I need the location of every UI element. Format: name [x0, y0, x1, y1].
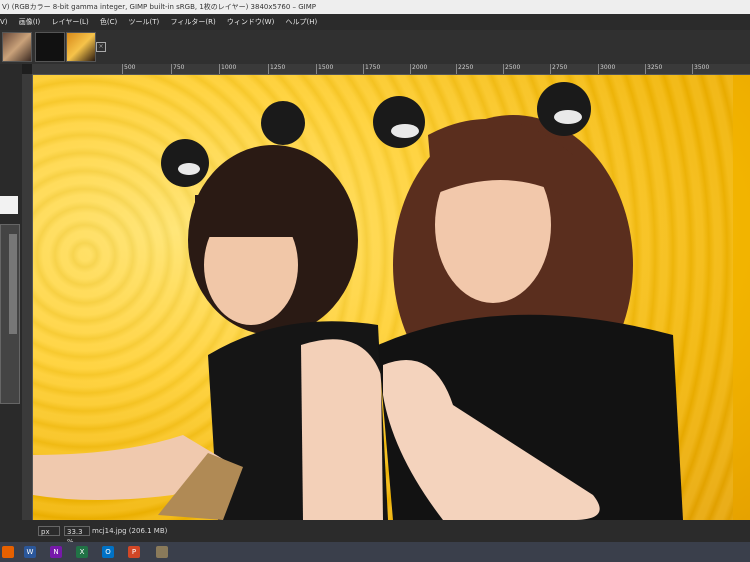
firefox-icon[interactable] — [2, 546, 14, 558]
ruler-tick: 3250 — [645, 64, 662, 74]
shoulder-left — [301, 339, 383, 520]
image-canvas[interactable] — [33, 75, 750, 520]
status-bar: px 33.3 % mcj14.jpg (206.1 MB) — [0, 520, 750, 546]
horizontal-ruler: 500 750 1000 1250 1500 1750 2000 2250 25… — [32, 64, 750, 75]
ear-right-2 — [537, 82, 591, 136]
ear-left-2 — [261, 101, 305, 145]
outlook-icon[interactable]: O — [102, 546, 114, 558]
bangs-left — [195, 195, 315, 237]
ruler-tick: 750 — [171, 64, 184, 74]
ruler-tick: 3500 — [692, 64, 709, 74]
ear-left-1 — [161, 139, 209, 187]
ruler-tick: 2000 — [410, 64, 427, 74]
ruler-tick: 1250 — [268, 64, 285, 74]
ear-left-1-inner — [178, 163, 200, 175]
menu-windows[interactable]: ウィンドウ(W) — [227, 14, 274, 30]
ear-right-2-inner — [554, 110, 582, 124]
ruler-tick: 1500 — [316, 64, 333, 74]
menu-layer[interactable]: レイヤー(L) — [52, 14, 89, 30]
zoom-select[interactable]: 33.3 % — [64, 526, 90, 546]
menu-view[interactable]: V) — [0, 14, 8, 30]
menu-help[interactable]: ヘルプ(H) — [286, 14, 318, 30]
panel-scrollbar[interactable] — [9, 234, 17, 334]
toolbox-panel — [0, 64, 22, 520]
ruler-tick: 1000 — [219, 64, 236, 74]
menu-tools[interactable]: ツール(T) — [129, 14, 160, 30]
ruler-tick: 1750 — [363, 64, 380, 74]
onenote-icon[interactable]: N — [50, 546, 62, 558]
vertical-ruler — [22, 74, 33, 520]
ear-right-1 — [373, 96, 425, 148]
menu-bar: V) 画像(I) レイヤー(L) 色(C) ツール(T) フィルター(R) ウィ… — [0, 14, 750, 30]
window-title: V) (RGBカラー 8-bit gamma integer, GIMP bui… — [0, 0, 750, 14]
image-tab-1[interactable] — [2, 32, 32, 62]
foreground-color-swatch[interactable] — [0, 196, 18, 214]
close-icon[interactable]: × — [96, 42, 106, 52]
ruler-tick: 500 — [122, 64, 135, 74]
image-tab-2[interactable] — [35, 32, 65, 62]
word-icon[interactable]: W — [24, 546, 36, 558]
taskbar: W N X O P — [0, 542, 750, 562]
photo-content — [33, 82, 683, 520]
excel-icon[interactable]: X — [76, 546, 88, 558]
menu-image[interactable]: 画像(I) — [19, 14, 41, 30]
gimp-icon[interactable] — [156, 546, 168, 558]
ruler-tick: 3000 — [598, 64, 615, 74]
ear-right-1-inner — [391, 124, 419, 138]
image-tab-3[interactable] — [66, 32, 96, 62]
ruler-tick: 2250 — [456, 64, 473, 74]
menu-filters[interactable]: フィルター(R) — [171, 14, 216, 30]
file-info: mcj14.jpg (206.1 MB) — [92, 527, 168, 535]
image-tabs: × — [0, 30, 750, 64]
unit-select[interactable]: px — [38, 526, 60, 536]
menu-colors[interactable]: 色(C) — [100, 14, 117, 30]
ruler-tick: 2750 — [550, 64, 567, 74]
powerpoint-icon[interactable]: P — [128, 546, 140, 558]
ruler-tick: 2500 — [503, 64, 520, 74]
